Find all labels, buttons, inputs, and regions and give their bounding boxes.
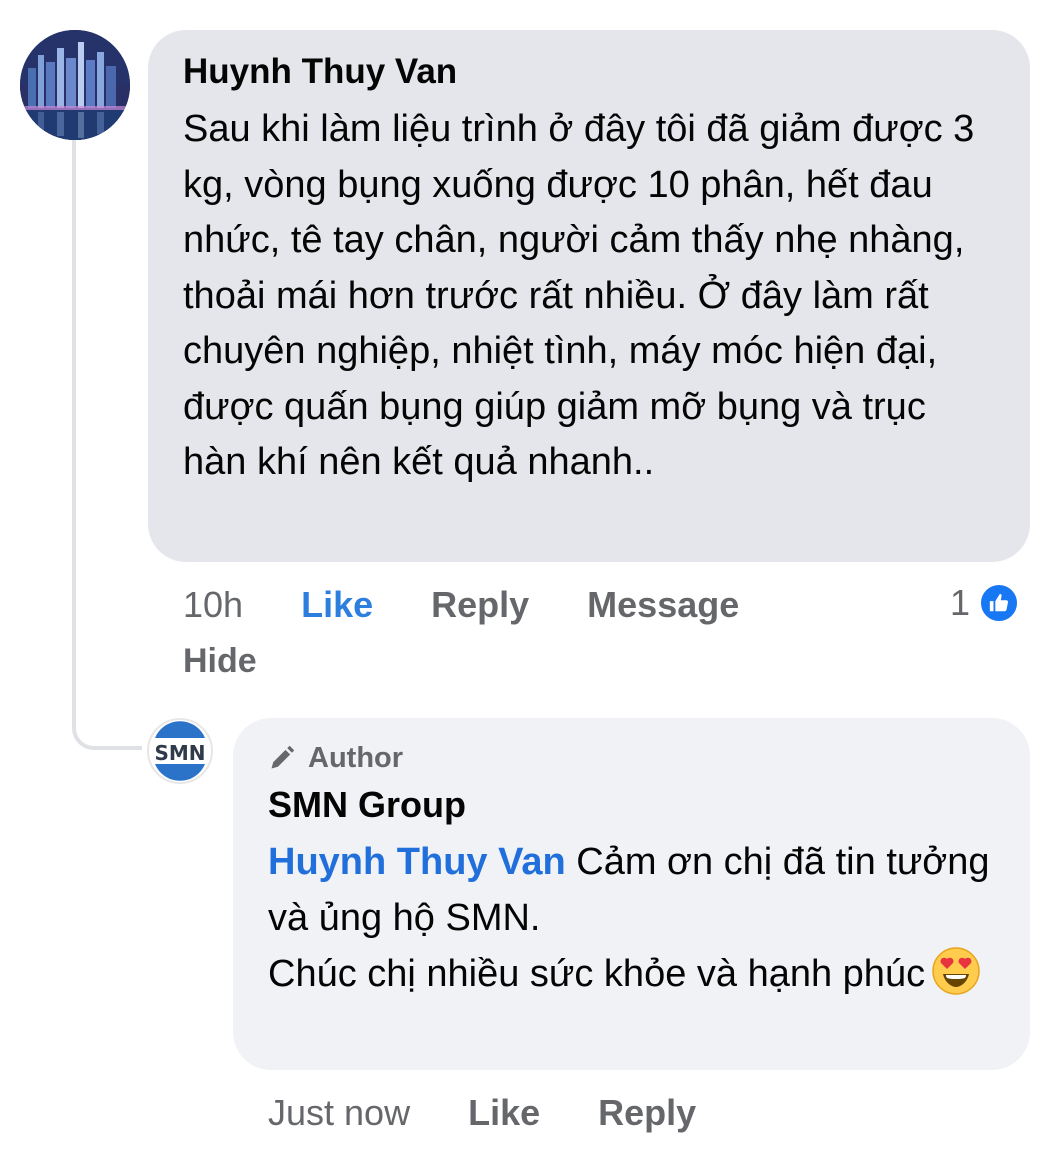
- logo-text: SMN: [154, 741, 205, 765]
- reply-actions: Just now Like Reply: [268, 1093, 754, 1133]
- author-badge: Author: [268, 740, 1000, 776]
- reply-text: Huynh Thuy Van Cảm ơn chị đã tin tưởng v…: [268, 834, 1000, 1012]
- reply-author-name[interactable]: SMN Group: [268, 784, 1000, 826]
- comment-timestamp[interactable]: 10h: [183, 585, 243, 625]
- mention-link[interactable]: Huynh Thuy Van: [268, 841, 566, 883]
- thread-connector-line: [72, 140, 142, 750]
- comment-text: Sau khi làm liệu trình ở đây tôi đã giảm…: [183, 108, 975, 483]
- reply-author-avatar[interactable]: SMN: [147, 718, 213, 784]
- thumbs-up-icon: [978, 582, 1021, 624]
- reply-bubble: Author SMN Group Huynh Thuy Van Cảm ơn c…: [233, 718, 1030, 1070]
- message-button[interactable]: Message: [587, 585, 739, 625]
- smn-logo-icon: SMN: [154, 721, 206, 781]
- comment-author-name[interactable]: Huynh Thuy Van: [183, 52, 996, 92]
- commenter-avatar[interactable]: [20, 30, 130, 140]
- reply-button[interactable]: Reply: [431, 585, 529, 625]
- comment-actions: 10h Like Reply Message: [183, 585, 797, 625]
- reply-like-button[interactable]: Like: [468, 1093, 540, 1133]
- hide-button[interactable]: Hide: [183, 642, 257, 681]
- city-skyline-icon: [20, 30, 130, 140]
- reply-text-line2: Chúc chị nhiều sức khỏe và hạnh phúc: [268, 953, 926, 995]
- reaction-summary[interactable]: 1: [950, 582, 1021, 624]
- reaction-count: 1: [950, 582, 971, 623]
- heart-eyes-emoji-icon: [931, 946, 981, 1012]
- reply-reply-button[interactable]: Reply: [598, 1093, 696, 1133]
- like-button[interactable]: Like: [301, 585, 373, 625]
- reply-timestamp[interactable]: Just now: [268, 1093, 410, 1133]
- author-badge-label: Author: [308, 742, 404, 774]
- comment-bubble: Huynh Thuy Van Sau khi làm liệu trình ở …: [148, 30, 1030, 562]
- pencil-icon: [271, 745, 295, 769]
